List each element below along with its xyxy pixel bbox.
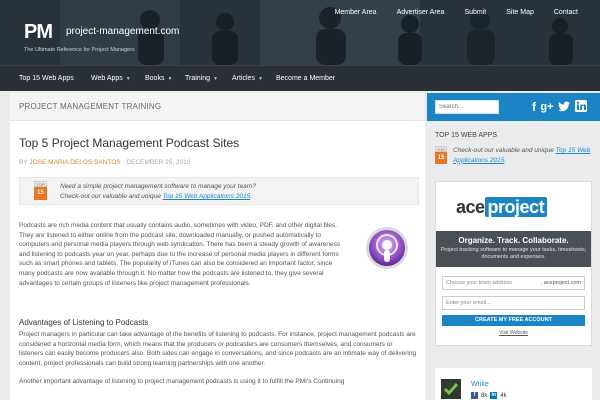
nav-web-apps[interactable]: Web Apps ▼: [91, 66, 131, 92]
nav-label: Training: [185, 75, 211, 82]
post-byline: BY JOSE MARIA DELOS SANTOS · DECEMBER 25…: [19, 159, 190, 166]
site-logo[interactable]: PM project-management.com: [24, 22, 179, 42]
caret-down-icon: ▼: [167, 76, 173, 82]
email-field[interactable]: Enter your email...: [442, 296, 585, 310]
nav-label: Become a Member: [276, 75, 336, 82]
sidebar: f g+ TOP 15 WEB APPS TOP 15 Check-out ou…: [427, 93, 600, 400]
nav-label: Top 15 Web Apps: [19, 75, 74, 82]
promo-suffix: .: [250, 193, 253, 200]
search-input[interactable]: [435, 100, 499, 114]
site-header: PM project-management.com The Ultimate R…: [0, 0, 600, 65]
main-content: PROJECT MANAGEMENT TRAINING Top 5 Projec…: [10, 93, 425, 400]
caret-down-icon: ▼: [213, 76, 218, 82]
wrike-social-stats: f 8k in 4k: [471, 392, 507, 399]
top-navigation: Member Area Advertiser Area Submit Site …: [325, 9, 588, 16]
nav-articles[interactable]: Articles ▼: [232, 66, 263, 92]
topnav-member-area[interactable]: Member Area: [325, 9, 387, 16]
logo-mark: PM: [24, 22, 64, 42]
sidebar-promo-prefix: Check-out our valuable and unique: [453, 147, 556, 154]
facebook-icon: f: [471, 392, 478, 399]
promo-text: Need a simple project management softwar…: [60, 182, 256, 202]
sidebar-promo-suffix: .: [504, 156, 507, 164]
topnav-advertiser-area[interactable]: Advertiser Area: [387, 9, 455, 16]
section-title: PROJECT MANAGEMENT TRAINING: [10, 93, 425, 121]
promo-prefix: Check-out our valuable and unique: [60, 193, 163, 200]
linkedin-icon[interactable]: [575, 100, 587, 112]
logo-project: project: [484, 197, 548, 217]
logo-ace: ace: [456, 197, 485, 217]
tagline: The Ultimate Reference for Project Manag…: [24, 47, 135, 53]
nav-top-15-web-apps[interactable]: Top 15 Web Apps: [19, 66, 74, 92]
team-address-placeholder: Choose your team address: [446, 280, 513, 286]
visit-website-link[interactable]: Visit Website: [436, 330, 591, 336]
ad-headline: Organize. Track. Collaborate.: [458, 236, 569, 245]
post-subheading: Advantages of Listening to Podcasts: [19, 318, 149, 327]
promo-line-2: Check-out our valuable and unique Top 15…: [60, 192, 256, 202]
create-account-button[interactable]: CREATE MY FREE ACCOUNT: [442, 315, 585, 326]
main-navigation: Top 15 Web Apps Web Apps ▼ Books ▼ Trainin…: [0, 65, 600, 91]
nav-training[interactable]: Training ▼: [185, 66, 218, 92]
badge-number: 15: [34, 187, 47, 200]
nav-become-a-member[interactable]: Become a Member: [276, 66, 335, 92]
google-plus-icon[interactable]: g+: [538, 98, 556, 116]
wrike-listing: Wrike f 8k in 4k: [435, 368, 592, 400]
topnav-contact[interactable]: Contact: [544, 9, 588, 16]
top-15-web-apps-link[interactable]: Top 15 Web Applications 2015: [163, 193, 251, 200]
sidebar-promo-text: Check-out our valuable and unique Top 15…: [453, 146, 593, 165]
ad-banner: Organize. Track. Collaborate. Project tr…: [436, 231, 591, 267]
podcast-icon: [366, 227, 408, 269]
nav-label: Web Apps: [91, 75, 123, 82]
email-placeholder: Enter your email...: [446, 300, 491, 306]
linkedin-icon: in: [490, 392, 498, 399]
post-author-link[interactable]: JOSE MARIA DELOS SANTOS: [29, 159, 120, 166]
wrike-link[interactable]: Wrike: [471, 381, 489, 388]
caret-down-icon: ▼: [125, 76, 131, 82]
wrike-logo-icon[interactable]: [441, 379, 461, 399]
aceproject-logo[interactable]: ace project: [456, 197, 548, 218]
post-paragraph-1: Podcasts are rich media content that usu…: [19, 222, 341, 287]
twitter-icon[interactable]: [558, 101, 570, 112]
sidebar-search-bar: f g+: [427, 93, 600, 121]
logo-text: project-management.com: [66, 26, 180, 37]
topnav-site-map[interactable]: Site Map: [496, 9, 544, 16]
paragraph-3-text: Another important advantage of listening…: [19, 378, 345, 386]
nav-books[interactable]: Books ▼: [145, 66, 172, 92]
promo-box: TOP 15 Need a simple project management …: [19, 177, 419, 205]
byline-prefix: BY: [19, 159, 28, 166]
aceproject-ad: ace project Organize. Track. Collaborate.…: [435, 181, 592, 346]
linkedin-count: 4k: [500, 392, 507, 399]
post-date: · DECEMBER 25, 2013: [122, 159, 191, 166]
top-15-badge-icon: TOP 15: [34, 181, 47, 200]
post-title[interactable]: Top 5 Project Management Podcast Sites: [19, 136, 239, 150]
logo-pm-text: PM: [24, 21, 53, 43]
team-address-field[interactable]: Choose your team address . aceproject.co…: [442, 276, 585, 290]
caret-down-icon: ▼: [257, 76, 263, 82]
topnav-submit[interactable]: Submit: [454, 9, 496, 16]
paragraph-2-text: Project managers in particular can take …: [19, 331, 417, 367]
sidebar-top15-heading: TOP 15 WEB APPS: [435, 132, 497, 139]
domain-suffix: . aceproject.com: [540, 280, 581, 286]
ad-subline: Project tracking software to manage your…: [440, 247, 587, 260]
facebook-count: 8k: [481, 392, 488, 399]
badge-number: 15: [435, 152, 447, 164]
nav-label: Books: [145, 75, 165, 82]
post-paragraph-2: Project managers in particular can take …: [19, 330, 417, 387]
nav-label: Articles: [232, 75, 255, 82]
promo-line-1: Need a simple project management softwar…: [60, 183, 256, 190]
top-15-badge-icon: TOP 15: [435, 146, 447, 164]
